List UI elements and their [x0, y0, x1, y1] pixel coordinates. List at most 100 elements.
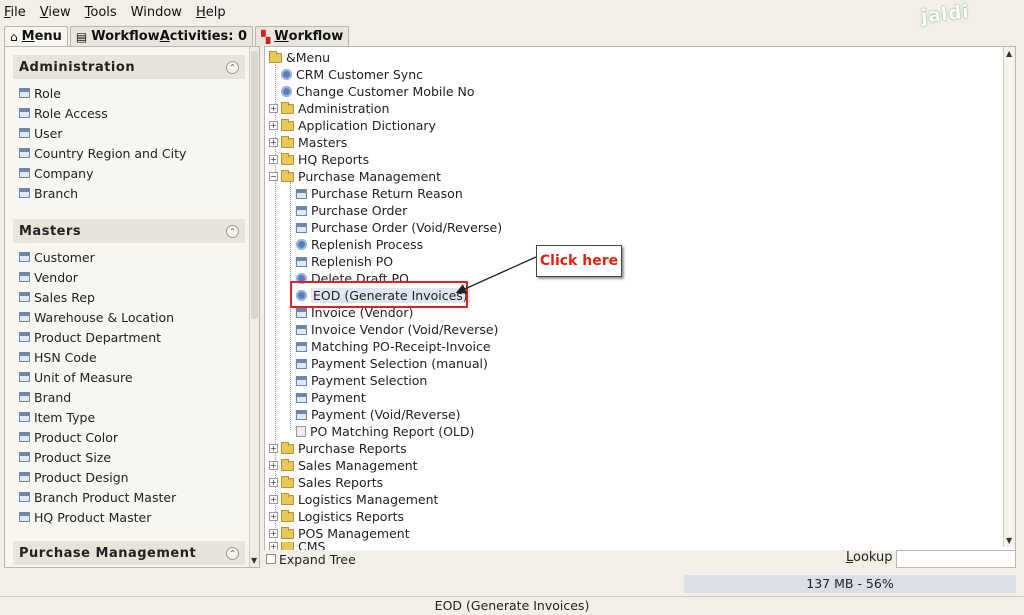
group-header[interactable]: Masters ⌃: [13, 219, 245, 243]
tree-node-application-dictionary[interactable]: + Application Dictionary: [269, 117, 436, 134]
tree-node-replenish-po[interactable]: Replenish PO: [296, 253, 393, 270]
folder-icon: [281, 475, 294, 488]
expand-icon[interactable]: +: [269, 529, 278, 538]
sidebar-item-warehouse[interactable]: Warehouse & Location: [13, 307, 245, 327]
tree-node-payment[interactable]: Payment: [296, 389, 366, 406]
sidebar-item-hsn-code[interactable]: HSN Code: [13, 347, 245, 367]
tree-node-masters[interactable]: + Masters: [269, 134, 347, 151]
sidebar-item-brand[interactable]: Brand: [13, 387, 245, 407]
tree-node-sales-management[interactable]: + Sales Management: [269, 457, 418, 474]
folder-icon: [281, 152, 294, 165]
tree-node-administration[interactable]: + Administration: [269, 100, 389, 117]
sidebar-item-user[interactable]: User: [13, 123, 245, 143]
tree-node-purchase-order-void[interactable]: Purchase Order (Void/Reverse): [296, 219, 502, 236]
sidebar-item-role-access[interactable]: Role Access: [13, 103, 245, 123]
group-header[interactable]: Purchase Management ⌃: [13, 541, 245, 565]
tree-node-purchase-management[interactable]: − Purchase Management: [269, 168, 441, 185]
window-icon: [296, 324, 307, 335]
window-icon: [19, 372, 30, 382]
tab-workflow-activities[interactable]: ▤ Workflow Activities: 0: [69, 26, 254, 46]
tree-node-payment-selection[interactable]: Payment Selection: [296, 372, 427, 389]
sidebar-item-unit-of-measure[interactable]: Unit of Measure: [13, 367, 245, 387]
scroll-down-icon[interactable]: ▼: [1006, 536, 1012, 545]
tree-node-po-matching-report[interactable]: PO Matching Report (OLD): [296, 423, 474, 440]
tree-node-hq-reports[interactable]: + HQ Reports: [269, 151, 369, 168]
sidebar-item-country-region-city[interactable]: Country Region and City: [13, 143, 245, 163]
sidebar-item-customer[interactable]: Customer: [13, 247, 245, 267]
expand-icon[interactable]: +: [269, 478, 278, 487]
tab-menu[interactable]: ⌂ Menu: [4, 26, 68, 46]
window-icon: [296, 222, 307, 233]
sidebar-item-company[interactable]: Company: [13, 163, 245, 183]
group-title: Administration: [19, 59, 136, 75]
expand-icon[interactable]: +: [269, 512, 278, 521]
collapse-icon[interactable]: ⌃: [226, 60, 239, 74]
tree-node-purchase-order[interactable]: Purchase Order: [296, 202, 407, 219]
window-icon: [296, 188, 307, 199]
tree-node-change-customer-mobile[interactable]: Change Customer Mobile No: [281, 83, 475, 100]
window-icon: [19, 128, 30, 138]
expand-icon[interactable]: +: [269, 495, 278, 504]
expand-tree-label[interactable]: Expand Tree: [279, 552, 356, 567]
sidebar-item-product-size[interactable]: Product Size: [13, 447, 245, 467]
tab-workflow[interactable]: ▚ Workflow: [255, 26, 350, 46]
scroll-up-icon[interactable]: ▲: [1006, 49, 1012, 58]
sidebar-item-product-department[interactable]: Product Department: [13, 327, 245, 347]
expand-icon[interactable]: +: [269, 104, 278, 113]
group-header[interactable]: Administration ⌃: [13, 55, 245, 79]
expand-icon[interactable]: +: [269, 461, 278, 470]
lookup-input[interactable]: [896, 550, 1016, 568]
scroll-down-icon[interactable]: ▼: [251, 556, 257, 565]
expand-icon[interactable]: +: [269, 121, 278, 130]
scroll-thumb[interactable]: [251, 51, 258, 319]
report-icon: [296, 426, 306, 437]
window-icon: [296, 341, 307, 352]
expand-icon[interactable]: +: [269, 542, 278, 550]
tree-node-logistics-management[interactable]: + Logistics Management: [269, 491, 438, 508]
tree-node-crm-customer-sync[interactable]: CRM Customer Sync: [281, 66, 423, 83]
window-icon: [19, 312, 30, 322]
tree-node-purchase-return-reason[interactable]: Purchase Return Reason: [296, 185, 463, 202]
sidebar-item-branch-product-master[interactable]: Branch Product Master: [13, 487, 245, 507]
collapse-icon[interactable]: ⌃: [226, 224, 239, 238]
sidebar-scrollbar[interactable]: ▼: [249, 47, 259, 567]
tree-node-matching-po-receipt-invoice[interactable]: Matching PO-Receipt-Invoice: [296, 338, 491, 355]
tree-node-invoice-vendor-void[interactable]: Invoice Vendor (Void/Reverse): [296, 321, 498, 338]
menu-window[interactable]: Window: [131, 5, 182, 20]
tree-scrollbar[interactable]: ▲ ▼: [1003, 47, 1015, 547]
window-icon: [19, 432, 30, 442]
sidebar-item-product-color[interactable]: Product Color: [13, 427, 245, 447]
collapse-icon[interactable]: −: [269, 172, 278, 181]
sidebar-item-role[interactable]: Role: [13, 83, 245, 103]
folder-icon: [281, 135, 294, 148]
sidebar-item-sales-rep[interactable]: Sales Rep: [13, 287, 245, 307]
tree-node-replenish-process[interactable]: Replenish Process: [296, 236, 423, 253]
sidebar-group-purchase-management: Purchase Management ⌃: [13, 541, 245, 565]
sidebar-item-item-type[interactable]: Item Type: [13, 407, 245, 427]
sidebar-item-branch[interactable]: Branch: [13, 183, 245, 203]
expand-tree-checkbox[interactable]: [266, 554, 276, 564]
expand-icon[interactable]: +: [269, 138, 278, 147]
tree-node-pos-management[interactable]: + POS Management: [269, 525, 410, 542]
window-icon: [19, 332, 30, 342]
tree-node-sales-reports[interactable]: + Sales Reports: [269, 474, 383, 491]
collapse-icon[interactable]: ⌃: [226, 546, 239, 560]
sidebar-item-hq-product-master[interactable]: HQ Product Master: [13, 507, 245, 527]
memory-indicator[interactable]: 137 MB - 56%: [684, 575, 1016, 593]
menu-view[interactable]: View: [40, 5, 71, 20]
expand-icon[interactable]: +: [269, 155, 278, 164]
tree-node-purchase-reports[interactable]: + Purchase Reports: [269, 440, 407, 457]
tree-node-cms[interactable]: + CMS: [269, 542, 325, 550]
sidebar-item-product-design[interactable]: Product Design: [13, 467, 245, 487]
expand-icon[interactable]: +: [269, 444, 278, 453]
tree-node-logistics-reports[interactable]: + Logistics Reports: [269, 508, 404, 525]
menu-tools[interactable]: Tools: [85, 5, 117, 20]
menu-file[interactable]: File: [4, 5, 26, 20]
lookup-label: Lookup: [846, 550, 893, 565]
tree-node-payment-selection-manual[interactable]: Payment Selection (manual): [296, 355, 488, 372]
tree-root[interactable]: &Menu: [269, 49, 330, 66]
sidebar-item-vendor[interactable]: Vendor: [13, 267, 245, 287]
tree-node-payment-void[interactable]: Payment (Void/Reverse): [296, 406, 461, 423]
menu-help[interactable]: Help: [196, 5, 226, 20]
folder-icon: [281, 492, 294, 505]
